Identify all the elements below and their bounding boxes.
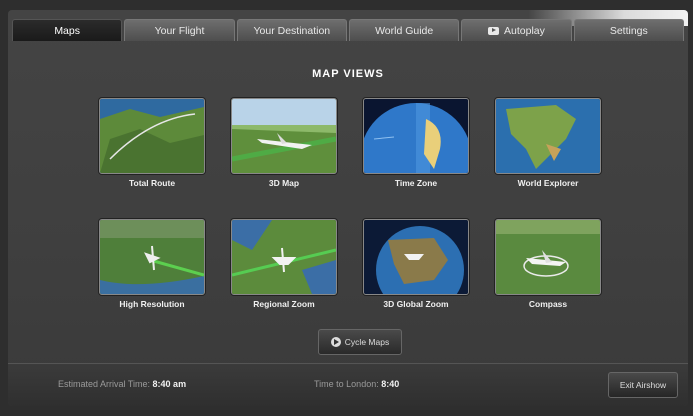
- tile-label: 3D Map: [268, 178, 300, 188]
- tab-your-destination[interactable]: Your Destination: [236, 19, 347, 41]
- tile-world-explorer[interactable]: World Explorer: [495, 98, 601, 188]
- play-icon: [330, 337, 341, 347]
- tab-label: Your Destination: [253, 24, 331, 37]
- tab-world-guide[interactable]: World Guide: [348, 19, 460, 41]
- arrival-time-info: Estimated Arrival Time: 8:40 am: [58, 379, 186, 389]
- time-label: Time to London:: [314, 379, 379, 389]
- tab-label: Maps: [54, 24, 80, 37]
- tile-time-zone[interactable]: Time Zone: [363, 98, 469, 188]
- world-explorer-thumbnail: [495, 98, 601, 174]
- tab-autoplay[interactable]: Autoplay: [461, 19, 572, 41]
- tab-label: Your Flight: [154, 24, 205, 37]
- tab-maps[interactable]: Maps: [12, 19, 123, 41]
- tile-label: Total Route: [128, 178, 176, 188]
- exit-label: Exit Airshow: [619, 380, 667, 390]
- 3d-map-thumbnail: [231, 98, 337, 174]
- 3d-global-zoom-thumbnail: [363, 219, 469, 295]
- total-route-thumbnail: [99, 98, 205, 174]
- play-icon: [488, 26, 500, 35]
- tile-label: High Resolution: [119, 299, 185, 309]
- cycle-maps-button[interactable]: Cycle Maps: [318, 329, 402, 355]
- exit-airshow-button[interactable]: Exit Airshow: [608, 372, 678, 398]
- high-resolution-thumbnail: [99, 219, 205, 295]
- tab-settings[interactable]: Settings: [573, 19, 684, 41]
- tile-label: World Explorer: [517, 178, 579, 188]
- time-zone-thumbnail: [363, 98, 469, 174]
- tile-high-resolution[interactable]: High Resolution: [99, 219, 205, 309]
- tile-label: Regional Zoom: [253, 299, 315, 309]
- tab-label: World Guide: [375, 24, 434, 37]
- arrival-value: 8:40 am: [152, 379, 187, 389]
- time-to-destination-info: Time to London: 8:40: [314, 379, 399, 389]
- tab-label: Autoplay: [504, 24, 545, 37]
- tile-label: Compass: [528, 299, 568, 309]
- tab-your-flight[interactable]: Your Flight: [124, 19, 235, 41]
- cycle-maps-label: Cycle Maps: [344, 337, 390, 347]
- tab-label: Settings: [609, 24, 648, 37]
- tile-regional-zoom[interactable]: Regional Zoom: [231, 219, 337, 309]
- regional-zoom-thumbnail: [231, 219, 337, 295]
- time-value: 8:40: [381, 379, 400, 389]
- footer-bar: Estimated Arrival Time: 8:40 am Time to …: [8, 363, 688, 406]
- tile-3d-global-zoom[interactable]: 3D Global Zoom: [363, 219, 469, 309]
- tile-label: Time Zone: [394, 178, 438, 188]
- page-title: MAP VIEWS: [312, 68, 384, 80]
- tile-compass[interactable]: Compass: [495, 219, 601, 309]
- tile-total-route[interactable]: Total Route: [99, 98, 205, 188]
- tab-bar: Maps Your Flight Your Destination World …: [12, 19, 684, 41]
- arrival-label: Estimated Arrival Time:: [58, 379, 151, 389]
- tile-label: 3D Global Zoom: [383, 299, 449, 309]
- airshow-window: Maps Your Flight Your Destination World …: [8, 10, 688, 406]
- compass-thumbnail: [495, 219, 601, 295]
- tile-3d-map[interactable]: 3D Map: [231, 98, 337, 188]
